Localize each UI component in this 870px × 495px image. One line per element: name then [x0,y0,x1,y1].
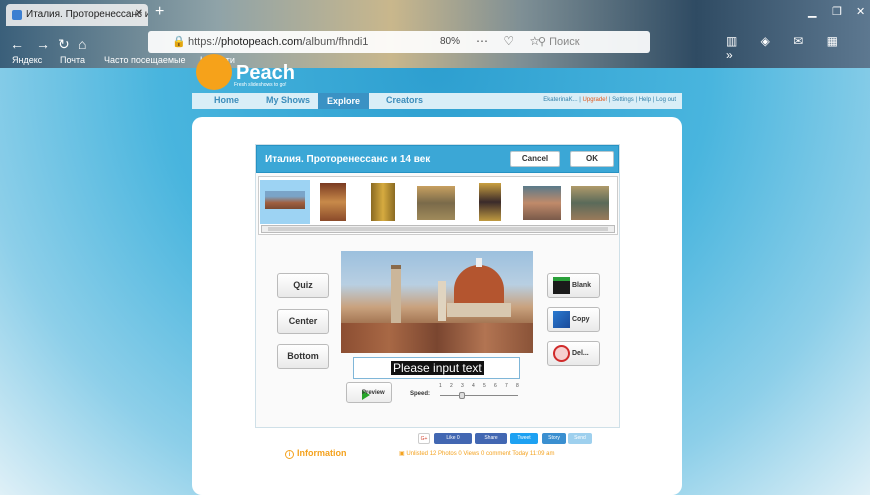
forward-icon[interactable]: → [36,36,50,52]
thumbnail[interactable] [415,180,457,224]
album-title: Италия. Проторенессанс и 14 век [265,154,431,165]
delete-icon [553,345,570,362]
meta-photos[interactable]: 12 Photos [430,451,457,457]
settings-link[interactable]: Settings [612,97,634,103]
speed-tick: 4 [472,383,475,389]
close-window-icon[interactable]: ✕ [856,5,865,18]
preview-button[interactable]: Preview [346,382,392,403]
slide-editor-panel: Италия. Проторенессанс и 14 век Cancel O… [255,144,620,428]
home-icon[interactable]: ⌂ [78,36,86,52]
speed-tick: 3 [461,383,464,389]
thumbnail[interactable] [521,180,563,224]
meta-views: 0 Views [458,451,480,457]
logo-icon[interactable] [196,54,232,90]
blank-slide-icon [553,277,570,294]
google-plus-button[interactable]: G+ [418,433,430,444]
speed-tick: 8 [516,383,519,389]
copy-button[interactable]: Copy [547,307,600,332]
speed-tick: 7 [505,383,508,389]
user-name[interactable]: EkaterinaK... [543,97,577,103]
speed-tick: 6 [494,383,497,389]
back-icon[interactable]: ← [10,36,24,52]
close-tab-icon[interactable]: ✕ [135,8,143,19]
facebook-share-button[interactable]: Share [475,433,507,444]
help-link[interactable]: Help [639,97,651,103]
speed-tick: 2 [450,383,453,389]
delete-button[interactable]: Del... [547,341,600,366]
new-tab-icon[interactable]: + [155,3,164,21]
nav-home[interactable]: Home [214,95,239,105]
speed-slider-handle[interactable] [459,392,465,399]
cancel-button[interactable]: Cancel [510,151,560,167]
thumbnail[interactable] [260,180,310,224]
meta-time: Today 11:09 am [512,451,555,457]
bottom-button[interactable]: Bottom [277,344,329,369]
minimize-icon[interactable]: ▁ [808,5,816,18]
lock-icon: 🔒 [172,36,186,48]
lock-meta-icon: ▣ [399,451,405,457]
thumbnail-scrollbar[interactable] [261,225,615,233]
caption-input[interactable]: Please input text [353,357,520,379]
info-icon: i [285,450,294,459]
blank-button[interactable]: Blank [547,273,600,298]
speed-ticks: 1 2 3 4 5 6 7 8 [439,383,519,393]
tweet-button[interactable]: Tweet [510,433,538,444]
nav-explore[interactable]: Explore [318,93,370,109]
logout-link[interactable]: Log out [656,97,676,103]
thumbnail[interactable] [369,180,397,224]
speed-tick: 1 [439,383,442,389]
story-button[interactable]: Story [542,433,566,444]
toolbar-icons[interactable]: ▥ ◈ ✉ ▦ » [726,34,870,62]
reload-icon[interactable]: ↻ [58,36,70,53]
tagline: Fresh slideshows to go! [234,82,287,88]
user-links: EkaterinaK... | Upgrade! | Settings | He… [543,97,676,103]
tab-title: Италия. Проторенессанс и 14 век [26,9,148,20]
bookmark-yandex[interactable]: Яндекс [12,55,42,67]
thumbnail[interactable] [477,180,503,224]
caption-text: Please input text [391,361,484,375]
facebook-like-button[interactable]: Like 0 [434,433,472,444]
page-body: Peach Fresh slideshows to go! Home My Sh… [0,54,870,495]
meta-comments[interactable]: 0 comment [481,451,511,457]
page-actions-icon[interactable]: ⋯ ♡ ☆ [476,34,546,48]
thumbnail[interactable] [318,180,348,224]
nav-my-shows[interactable]: My Shows [266,95,310,105]
copy-icon [553,311,570,328]
url-text[interactable]: https://photopeach.com/album/fhndi1 [188,36,368,48]
speed-slider-track[interactable] [440,395,518,396]
album-meta: ▣ Unlisted 12 Photos 0 Views 0 comment T… [399,450,554,457]
speed-label: Speed: [410,391,431,397]
browser-tab[interactable]: Италия. Проторенессанс и 14 век ✕ [6,4,148,26]
center-button[interactable]: Center [277,309,329,334]
scrollbar-thumb[interactable] [268,227,608,231]
search-icon: ⚲ [538,36,550,48]
send-button[interactable]: Send [568,433,592,444]
thumbnail-strip [258,176,618,235]
zoom-level[interactable]: 80% [440,36,460,47]
slide-photo[interactable] [341,251,533,353]
ok-button[interactable]: OK [570,151,614,167]
address-bar[interactable]: 🔒 https://photopeach.com/album/fhndi1 80… [148,31,650,53]
bookmark-frequent[interactable]: Часто посещаемые [104,55,186,67]
thumbnail[interactable] [569,180,611,224]
information-link[interactable]: i Information [285,448,347,459]
nav-creators[interactable]: Creators [386,95,423,105]
editor-header: Италия. Проторенессанс и 14 век Cancel O… [256,145,619,173]
meta-visibility: Unlisted [406,451,429,457]
speed-tick: 5 [483,383,486,389]
bookmark-mail[interactable]: Почта [60,55,85,67]
quiz-button[interactable]: Quiz [277,273,329,298]
site-nav: Home My Shows Explore Creators Ekaterina… [192,93,682,109]
upgrade-link[interactable]: Upgrade! [583,97,608,103]
search-field[interactable]: ⚲ Поиск [538,35,580,48]
restore-icon[interactable]: ❐ [832,5,842,18]
favicon-icon [12,10,22,20]
browser-chrome: Италия. Проторенессанс и 14 век ✕ + ▁ ❐ … [0,0,870,68]
